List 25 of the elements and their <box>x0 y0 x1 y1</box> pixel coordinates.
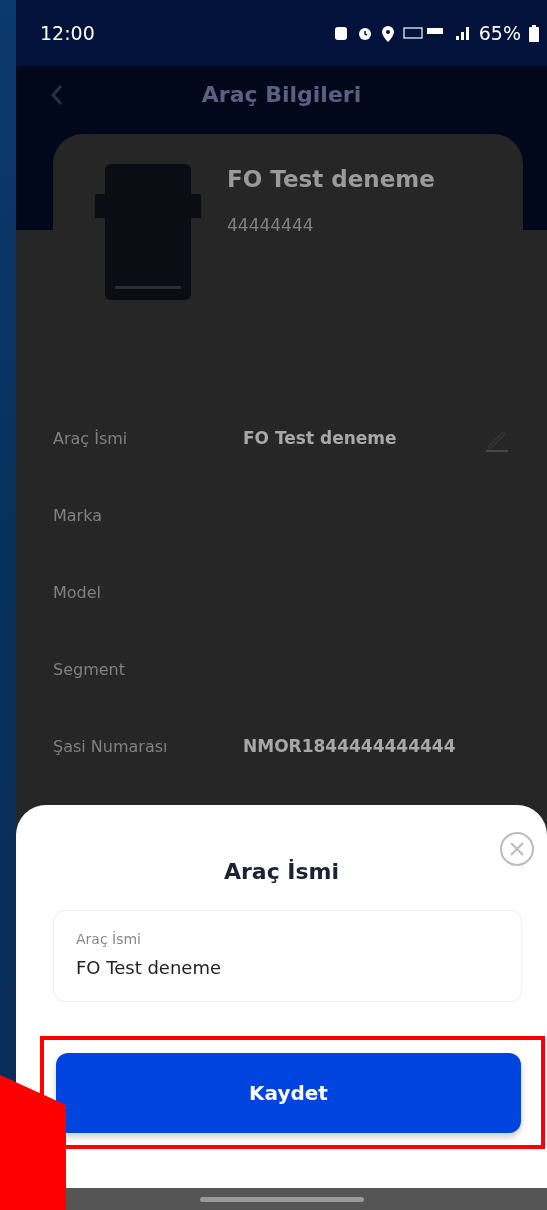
vehicle-plate: 44444444 <box>227 213 315 237</box>
status-time: 12:00 <box>40 20 95 46</box>
detail-value: FO Test deneme <box>243 426 398 450</box>
alarm-icon <box>356 25 373 41</box>
detail-label: Araç İsmi <box>53 427 129 450</box>
detail-label: Marka <box>53 504 103 527</box>
vehicle-name: FO Test deneme <box>227 165 435 194</box>
back-button[interactable] <box>50 82 64 106</box>
home-handle[interactable] <box>199 1196 364 1202</box>
detail-label: Şasi Numarası <box>53 735 169 758</box>
notification-icon <box>332 25 349 41</box>
save-button[interactable]: Kaydet <box>56 1053 521 1133</box>
detail-value: NMOR1844444444444 <box>243 734 457 758</box>
battery-icon <box>529 25 539 42</box>
field-label: Araç İsmi <box>76 930 142 949</box>
screen-title: Araç Bilgileri <box>200 81 363 109</box>
close-button[interactable] <box>499 831 535 867</box>
location-icon <box>380 24 395 42</box>
truck-icon <box>93 162 203 302</box>
name-field[interactable]: Araç İsmi FO Test deneme <box>53 910 522 1002</box>
detail-label: Model <box>53 581 103 604</box>
signal-icon <box>454 25 471 41</box>
sheet-title: Araç İsmi <box>222 858 341 886</box>
battery-level: 65% <box>478 20 521 46</box>
detail-label: Segment <box>53 658 126 681</box>
